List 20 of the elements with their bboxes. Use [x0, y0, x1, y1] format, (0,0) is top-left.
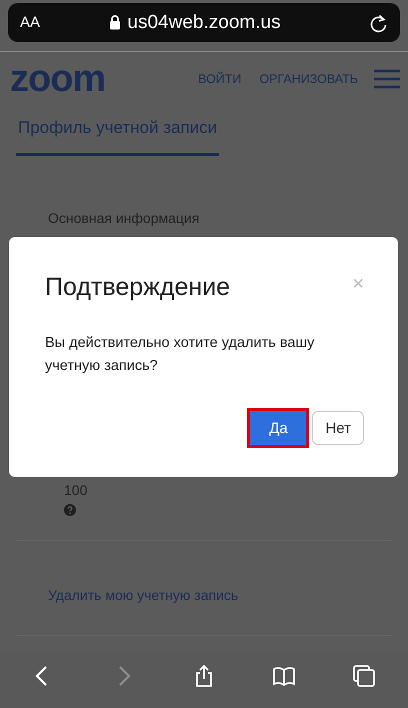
- field-value: 100: [64, 482, 88, 498]
- book-icon[interactable]: [272, 664, 296, 688]
- close-button[interactable]: ×: [352, 273, 364, 296]
- address-bar[interactable]: AA us04web.zoom.us: [8, 3, 400, 42]
- lock-icon: [109, 15, 122, 30]
- yes-button[interactable]: Да: [250, 411, 306, 445]
- section-heading: Основная информация: [48, 210, 200, 226]
- url-text: us04web.zoom.us: [127, 12, 281, 34]
- nav-link[interactable]: ОРГАНИЗОВАТЬ: [259, 72, 358, 86]
- tabs-icon[interactable]: [352, 664, 376, 688]
- zoom-logo[interactable]: zoom: [10, 60, 106, 98]
- dialog-title: Подтверждение: [45, 273, 230, 302]
- delete-account-link[interactable]: Удалить мою учетную запись: [48, 587, 392, 603]
- help-icon[interactable]: [64, 504, 76, 516]
- tab[interactable]: Профиль учетной записи: [16, 106, 220, 156]
- nav-link[interactable]: ВОЙТИ: [198, 72, 242, 86]
- text-size-button[interactable]: AA: [20, 14, 40, 31]
- dialog-message: Вы действительно хотите удалить вашу учетную запись?: [45, 334, 316, 376]
- no-button[interactable]: Нет: [312, 411, 364, 445]
- reload-icon[interactable]: [370, 12, 388, 32]
